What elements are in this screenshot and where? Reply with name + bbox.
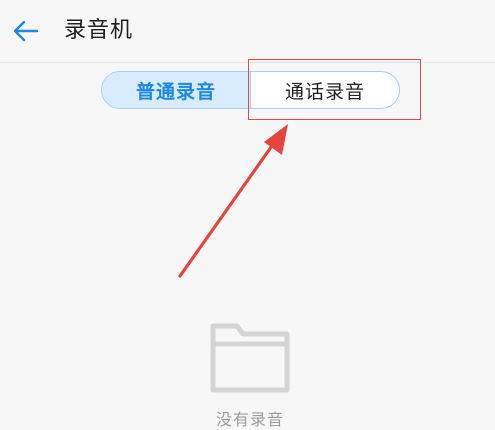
tab-call-recording[interactable]: 通话录音 [251, 72, 399, 108]
app-header: 录音机 [0, 0, 495, 63]
tab-normal-recording[interactable]: 普通录音 [102, 72, 251, 108]
folder-icon [210, 323, 290, 393]
back-button[interactable] [8, 14, 44, 48]
empty-state-text: 没有录音 [215, 410, 284, 429]
back-arrow-icon [13, 20, 39, 42]
page-title: 录音机 [64, 18, 134, 43]
recording-tabs: 普通录音 通话录音 [101, 71, 400, 109]
